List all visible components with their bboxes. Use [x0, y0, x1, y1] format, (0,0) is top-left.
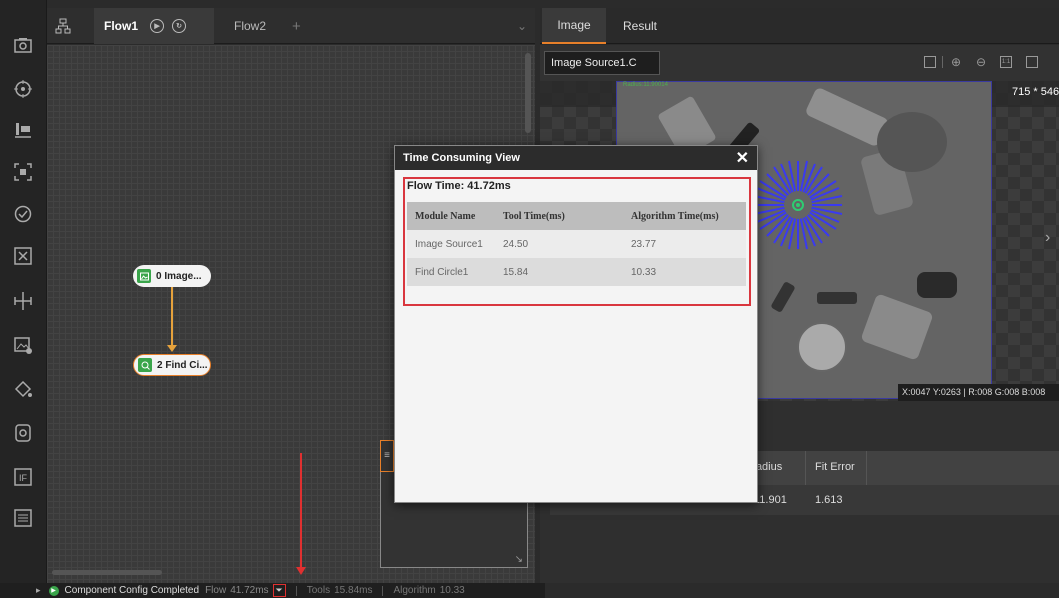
table-row[interactable]: Find Circle1 15.84 10.33: [407, 258, 746, 286]
pixel-info-bar: X:0047 Y:0263 | R:008 G:008 B:008: [898, 384, 1059, 401]
measure-icon[interactable]: [8, 286, 38, 316]
result-col-divider-2: [866, 451, 867, 485]
canvas-scrollbar-horizontal[interactable]: [52, 570, 162, 575]
module-name-cell: Find Circle1: [415, 266, 469, 278]
part-6: [917, 272, 957, 298]
dialog-title-bar: Time Consuming View ✕: [395, 146, 757, 170]
image-edit-icon[interactable]: [8, 330, 38, 360]
zoom-in-icon[interactable]: ⊕: [951, 55, 961, 69]
node-image-label: 0 Image...: [156, 270, 202, 282]
chevron-down-icon[interactable]: ⌄: [517, 8, 531, 44]
header-module-name: Module Name: [415, 210, 476, 222]
image-source-select[interactable]: Image Source1.C: [544, 51, 660, 75]
radius-tag: Radius:11.90014: [623, 82, 668, 88]
status-separator: [295, 585, 297, 596]
close-icon[interactable]: ✕: [736, 148, 749, 168]
status-tools-label: Tools: [306, 585, 331, 596]
circle-detection-overlay: [753, 160, 843, 250]
crosshair-icon[interactable]: [924, 56, 936, 68]
time-table: Module Name Tool Time(ms) Algorithm Time…: [407, 202, 746, 286]
fit-window-icon[interactable]: [1026, 56, 1038, 68]
camera-icon[interactable]: [8, 30, 38, 60]
table-header-row: Module Name Tool Time(ms) Algorithm Time…: [407, 202, 746, 230]
fit-one-icon[interactable]: 1:1: [1000, 56, 1012, 68]
toolbar-divider: [942, 56, 943, 68]
node-find-label: 2 Find Ci...: [157, 359, 208, 371]
algorithm-time-cell: 10.33: [631, 266, 657, 278]
tab-flow1-label: Flow1: [104, 19, 139, 33]
expand-icon[interactable]: ▸: [36, 585, 41, 596]
tab-image[interactable]: Image: [542, 8, 606, 44]
paint-icon[interactable]: [8, 374, 38, 404]
connector-line: [171, 287, 173, 349]
table-row[interactable]: Image Source1 24.50 23.77: [407, 230, 746, 258]
status-algorithm-time: 10.33: [439, 585, 465, 596]
svg-text:IF: IF: [19, 473, 28, 483]
status-separator-2: [382, 585, 384, 596]
status-tools-time: 15.84ms: [334, 585, 373, 596]
status-algorithm-label: Algorithm: [393, 585, 436, 596]
part-9: [817, 292, 857, 304]
algorithm-time-cell: 23.77: [631, 238, 657, 250]
tab-flow1[interactable]: Flow1 ▶ ↻: [94, 8, 214, 44]
header-tool-time: Tool Time(ms): [503, 210, 565, 222]
dialog-title: Time Consuming View: [403, 152, 520, 164]
annotation-arrow-head: [296, 567, 306, 575]
flow-time-label: Flow Time: 41.72ms: [407, 180, 511, 192]
find-circle-icon: [138, 358, 152, 372]
flow-tab-bar: Flow1 ▶ ↻ Flow2 + ⌄: [47, 8, 535, 44]
part-10: [770, 281, 796, 313]
node-image-source[interactable]: 0 Image...: [133, 265, 211, 287]
list-icon[interactable]: [8, 503, 38, 533]
minimap-resize-icon[interactable]: ↘: [515, 554, 523, 565]
zoom-out-icon[interactable]: ⊖: [976, 55, 986, 69]
connector-arrow: [167, 345, 177, 352]
target-icon[interactable]: [8, 74, 38, 104]
result-header-fit-error: Fit Error: [815, 461, 855, 473]
right-tab-bar: Image Result: [540, 8, 1059, 44]
time-consuming-dialog: Time Consuming View ✕ Flow Time: 41.72ms…: [394, 145, 758, 503]
header-algorithm-time: Algorithm Time(ms): [631, 210, 719, 222]
status-flow-time: 41.72ms: [230, 585, 269, 596]
tool-sidebar: IF: [0, 0, 47, 598]
image-source-value: Image Source1.C: [551, 57, 637, 69]
minimap-handle[interactable]: ≡: [380, 440, 394, 472]
annotation-arrow-line: [300, 453, 302, 571]
image-next-chevron-icon[interactable]: ›: [1045, 229, 1050, 247]
status-text: Component Config Completed: [64, 585, 200, 596]
tool-time-cell: 24.50: [503, 238, 529, 250]
grid-x-icon[interactable]: [8, 241, 38, 271]
time-view-button[interactable]: ⏷: [272, 584, 286, 597]
image-icon: [137, 269, 151, 283]
focus-icon[interactable]: [8, 157, 38, 187]
pixel-info-text: X:0047 Y:0263 | R:008 G:008 B:008: [902, 387, 1046, 397]
status-flow-label: Flow: [205, 585, 227, 596]
add-flow-button[interactable]: +: [292, 8, 306, 44]
image-size-label: 715 * 546: [1012, 86, 1059, 98]
tab-result[interactable]: Result: [608, 8, 672, 44]
tab-flow2[interactable]: Flow2: [234, 8, 274, 44]
canvas-scrollbar-vertical[interactable]: [525, 53, 531, 133]
result-fit-error-value: 1.613: [815, 494, 843, 506]
part-7: [797, 322, 847, 372]
run-loop-icon[interactable]: ↻: [172, 19, 187, 33]
status-bar: ▸ ▶ Component Config Completed Flow 41.7…: [0, 583, 545, 598]
bars-icon[interactable]: [8, 115, 38, 145]
part-8: [860, 293, 934, 361]
result-radius-value: 11.901: [754, 494, 787, 506]
status-ok-icon: ▶: [48, 585, 59, 596]
result-col-divider: [805, 451, 806, 485]
run-once-icon[interactable]: ▶: [150, 19, 165, 33]
node-find-circle[interactable]: 2 Find Ci...: [133, 354, 211, 376]
if-icon[interactable]: IF: [8, 462, 38, 492]
part-5: [877, 112, 947, 172]
circle-check-icon[interactable]: [8, 199, 38, 229]
image-toolbar: Image Source1.C ⊕ ⊖ 1:1: [540, 45, 1059, 81]
flow-tree-icon[interactable]: [55, 8, 75, 44]
tool-time-cell: 15.84: [503, 266, 529, 278]
shield-icon[interactable]: [8, 418, 38, 448]
module-name-cell: Image Source1: [415, 238, 483, 250]
